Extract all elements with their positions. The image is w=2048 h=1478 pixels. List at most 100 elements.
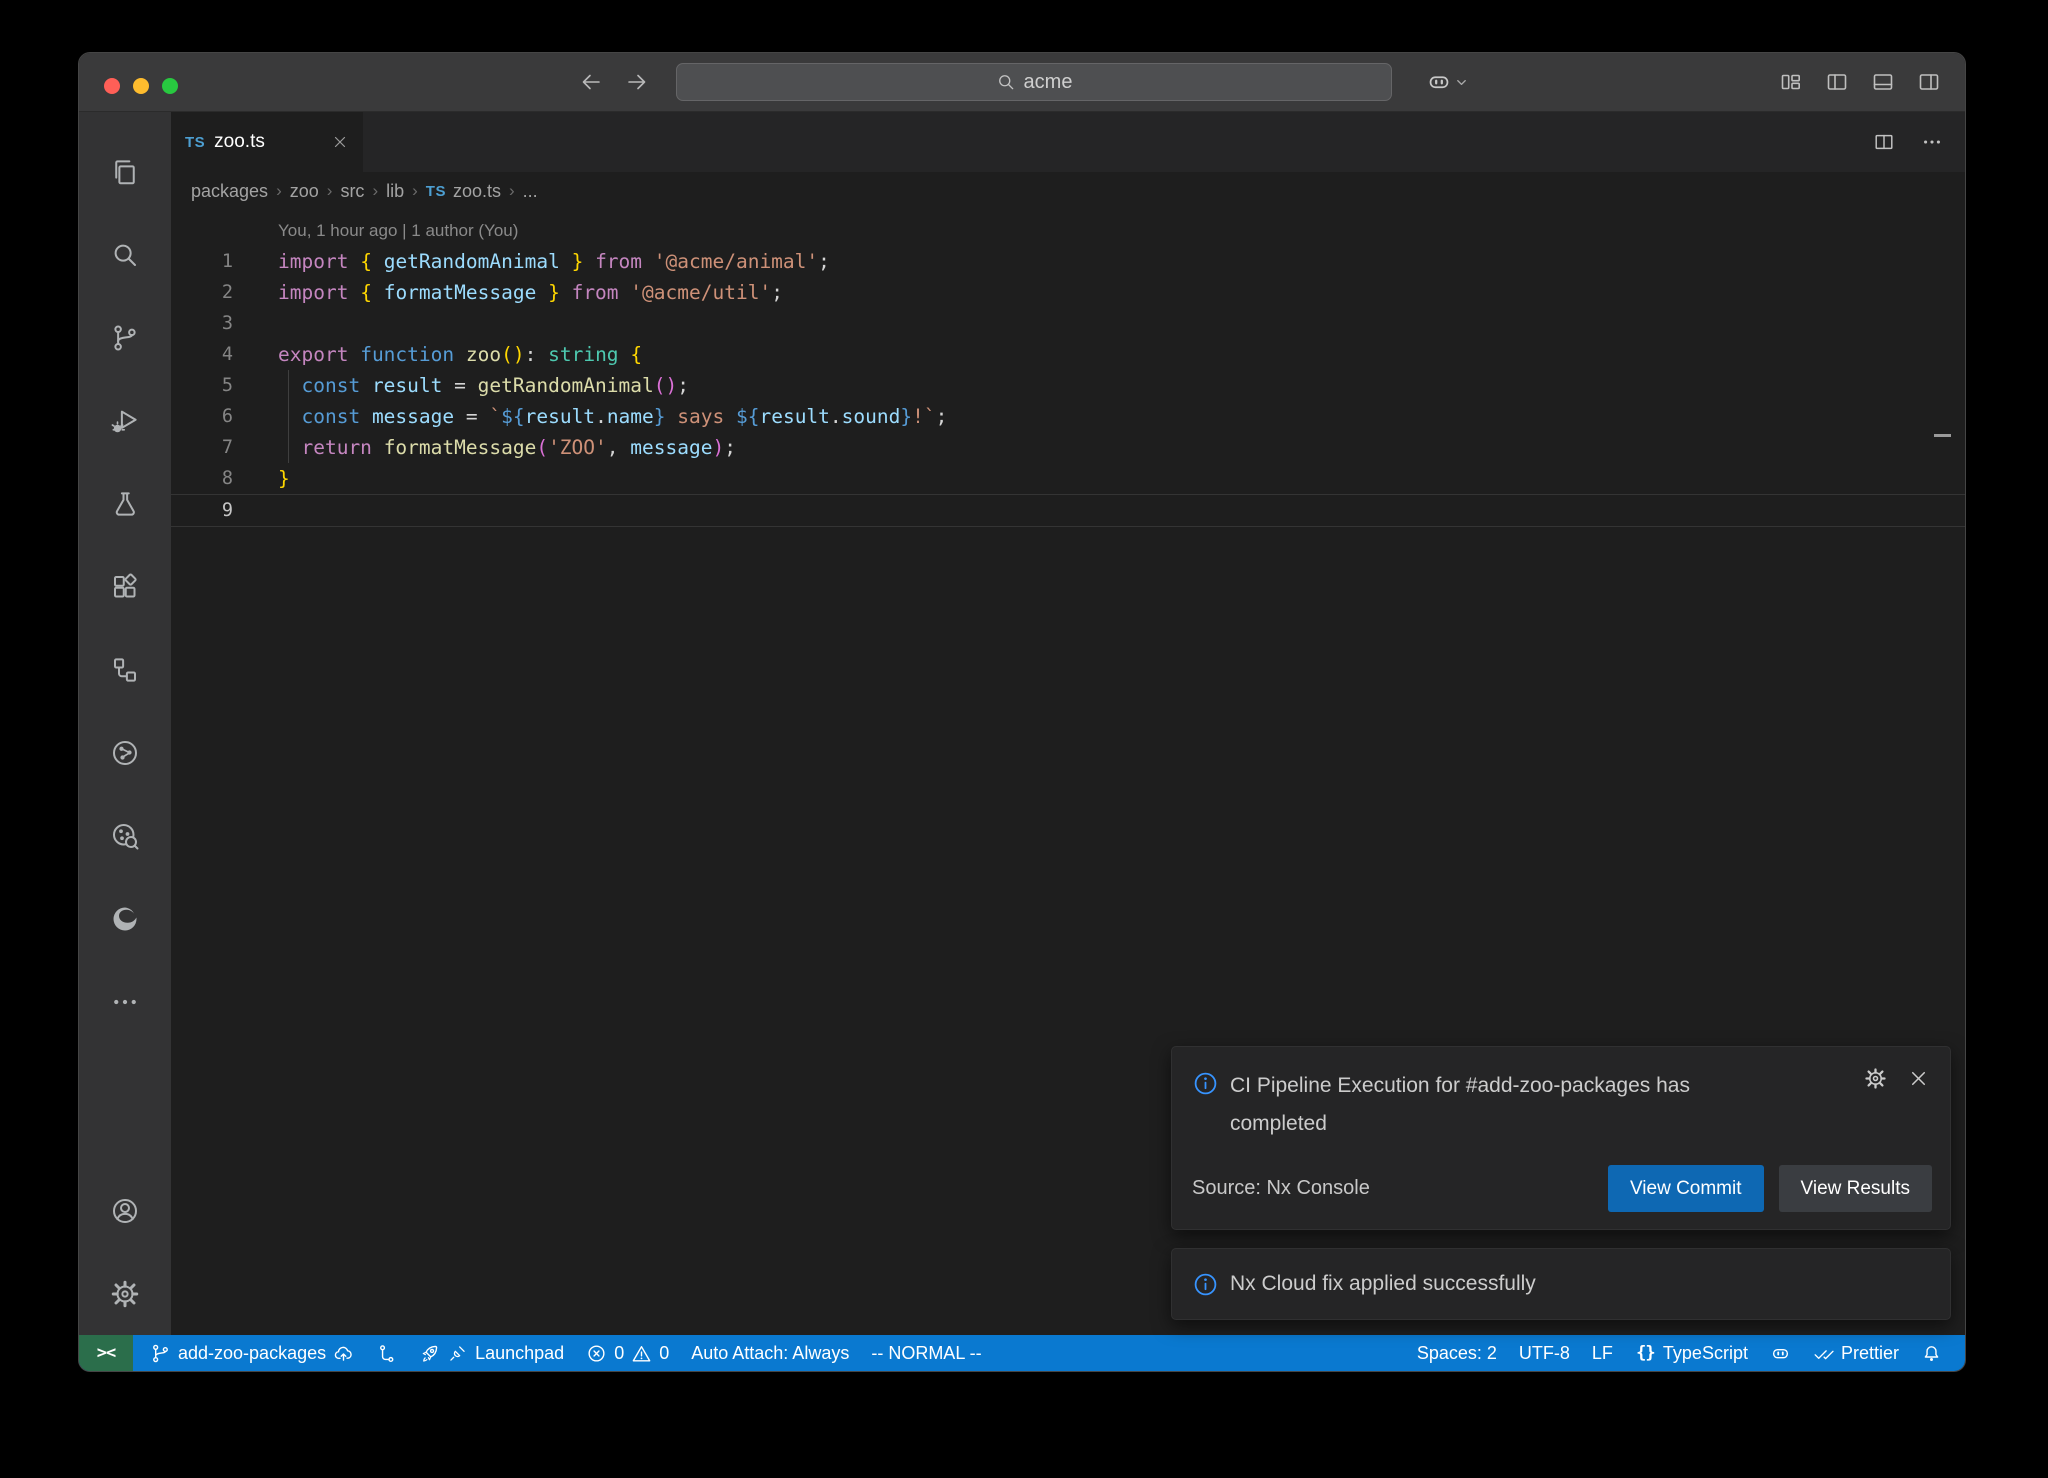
line-number[interactable]: 7 xyxy=(171,432,233,463)
code-text: const result = getRandomAnimal(); xyxy=(233,370,689,401)
code-line-2[interactable]: 2import { formatMessage } from '@acme/ut… xyxy=(171,277,1965,308)
tab-label: zoo.ts xyxy=(214,131,265,153)
breadcrumb-item-zoo-ts[interactable]: TSzoo.ts xyxy=(426,181,501,202)
line-number[interactable]: 3 xyxy=(171,308,233,339)
nx-pipeline-item[interactable] xyxy=(365,1335,408,1371)
activity-item-nx-graph[interactable] xyxy=(79,711,171,794)
breadcrumb-item-packages[interactable]: packages xyxy=(191,181,268,202)
source-control-icon xyxy=(110,323,140,353)
line-number[interactable]: 4 xyxy=(171,339,233,370)
code-line-6[interactable]: 6 const message = `${result.name} says $… xyxy=(171,401,1965,432)
eol-item[interactable]: LF xyxy=(1581,1335,1624,1371)
nx-graph-icon xyxy=(110,738,140,768)
remote-icon: >< xyxy=(97,1343,115,1363)
code-text xyxy=(233,495,278,526)
language-item-label: TypeScript xyxy=(1663,1343,1748,1364)
forward-button[interactable] xyxy=(625,70,649,94)
back-button[interactable] xyxy=(579,70,603,94)
activity-item-source-control[interactable] xyxy=(79,296,171,379)
activity-item-settings[interactable] xyxy=(79,1252,171,1335)
testing-icon xyxy=(110,489,140,519)
activity-item-more[interactable] xyxy=(79,960,171,1043)
copilot-item[interactable] xyxy=(1759,1335,1802,1371)
code-line-9[interactable]: 9 xyxy=(171,494,1965,527)
activity-item-edge[interactable] xyxy=(79,877,171,960)
view-results-button[interactable]: View Results xyxy=(1779,1165,1932,1212)
breadcrumb-item-zoo[interactable]: zoo xyxy=(290,181,319,202)
line-number[interactable]: 5 xyxy=(171,370,233,401)
vim-mode-item-label: -- NORMAL -- xyxy=(871,1343,981,1364)
breadcrumb-item-lib[interactable]: lib xyxy=(386,181,404,202)
activity-item-nx-graph-search[interactable] xyxy=(79,794,171,877)
auto-attach-item[interactable]: Auto Attach: Always xyxy=(680,1335,860,1371)
tab-zoo-ts[interactable]: TS zoo.ts xyxy=(171,112,363,172)
line-number[interactable]: 8 xyxy=(171,463,233,494)
activity-item-testing[interactable] xyxy=(79,462,171,545)
problems-item[interactable]: 00 xyxy=(575,1335,680,1371)
encoding-item[interactable]: UTF-8 xyxy=(1508,1335,1581,1371)
indent-guide xyxy=(288,401,289,432)
toggle-secondary-sidebar-button[interactable] xyxy=(1917,70,1941,94)
code-text: import { formatMessage } from '@acme/uti… xyxy=(233,277,783,308)
activity-item-search[interactable] xyxy=(79,213,171,296)
indentation-item[interactable]: Spaces: 2 xyxy=(1406,1335,1508,1371)
activity-item-references[interactable] xyxy=(79,628,171,711)
prettier-item[interactable]: Prettier xyxy=(1802,1335,1910,1371)
line-number[interactable]: 2 xyxy=(171,277,233,308)
code-line-4[interactable]: 4export function zoo(): string { xyxy=(171,339,1965,370)
plug-icon xyxy=(447,1343,468,1364)
vim-mode-item[interactable]: -- NORMAL -- xyxy=(860,1335,992,1371)
view-commit-button[interactable]: View Commit xyxy=(1608,1165,1764,1212)
problems-item-label: 0 xyxy=(659,1343,669,1364)
nx-graph-search-icon xyxy=(110,821,140,851)
line-number[interactable]: 6 xyxy=(171,401,233,432)
zoom-window-button[interactable] xyxy=(162,78,178,94)
notification-settings-icon[interactable] xyxy=(1864,1067,1887,1090)
line-number[interactable]: 1 xyxy=(171,246,233,277)
prettier-item-label: Prettier xyxy=(1841,1343,1899,1364)
launchpad-item[interactable]: Launchpad xyxy=(408,1335,575,1371)
code-line-1[interactable]: 1import { getRandomAnimal } from '@acme/… xyxy=(171,246,1965,277)
close-tab-icon[interactable] xyxy=(331,133,349,151)
git-blame-annotation: You, 1 hour ago | 1 author (You) xyxy=(278,216,1965,246)
settings-icon xyxy=(110,1279,140,1309)
remote-indicator[interactable]: >< xyxy=(79,1335,133,1371)
activity-item-explorer[interactable] xyxy=(79,130,171,213)
git-branch-item[interactable]: add-zoo-packages xyxy=(139,1335,365,1371)
launchpad-item-label: Launchpad xyxy=(475,1343,564,1364)
customize-layout-button[interactable] xyxy=(1779,70,1803,94)
breadcrumb-item-src[interactable]: src xyxy=(340,181,364,202)
toggle-sidebar-button[interactable] xyxy=(1825,70,1849,94)
git-branch-icon xyxy=(150,1343,171,1364)
activity-item-extensions[interactable] xyxy=(79,545,171,628)
split-editor-button[interactable] xyxy=(1873,131,1895,153)
notification-close-icon[interactable] xyxy=(1907,1067,1930,1090)
tab-bar: TS zoo.ts xyxy=(171,112,1965,172)
code-line-5[interactable]: 5 const result = getRandomAnimal(); xyxy=(171,370,1965,401)
bell-item[interactable] xyxy=(1910,1335,1953,1371)
code-line-8[interactable]: 8} xyxy=(171,463,1965,494)
activity-item-run-debug[interactable] xyxy=(79,379,171,462)
breadcrumb-item--[interactable]: ... xyxy=(523,181,538,202)
title-bar: acme xyxy=(79,53,1965,112)
editor-more-actions-button[interactable] xyxy=(1921,131,1943,153)
code-line-7[interactable]: 7 return formatMessage('ZOO', message); xyxy=(171,432,1965,463)
activity-bar xyxy=(79,112,171,1335)
code-text: } xyxy=(233,463,290,494)
copilot-menu[interactable] xyxy=(1426,53,1469,111)
language-item[interactable]: {}TypeScript xyxy=(1624,1335,1759,1371)
breadcrumb-separator: › xyxy=(509,181,515,201)
code-line-3[interactable]: 3 xyxy=(171,308,1965,339)
minimize-window-button[interactable] xyxy=(133,78,149,94)
toggle-panel-button[interactable] xyxy=(1871,70,1895,94)
command-center-search[interactable]: acme xyxy=(676,63,1392,101)
auto-attach-item-label: Auto Attach: Always xyxy=(691,1343,849,1364)
close-window-button[interactable] xyxy=(104,78,120,94)
activity-item-account[interactable] xyxy=(79,1169,171,1252)
git-branch-item-label: add-zoo-packages xyxy=(178,1343,326,1364)
indentation-item-label: Spaces: 2 xyxy=(1417,1343,1497,1364)
line-number[interactable]: 9 xyxy=(171,495,233,526)
info-icon xyxy=(1192,1271,1219,1298)
code-text: return formatMessage('ZOO', message); xyxy=(233,432,736,463)
code-text xyxy=(233,308,278,339)
